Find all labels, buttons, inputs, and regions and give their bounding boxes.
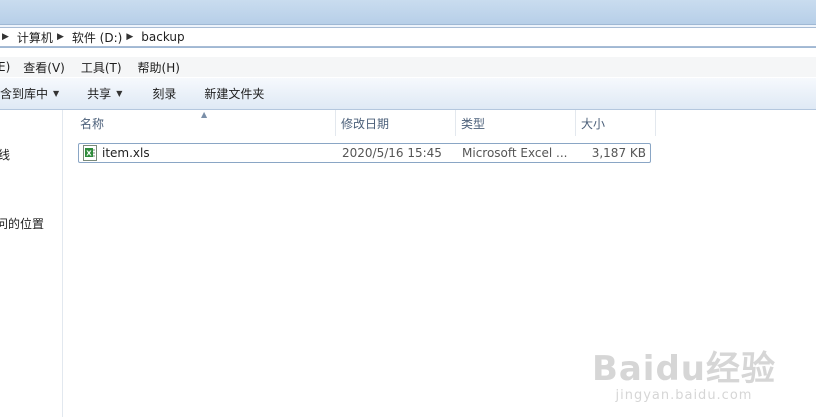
- share-label: 共享: [87, 87, 112, 101]
- baidu-watermark: Baidu经验 jingyan.baidu.com: [592, 341, 776, 403]
- file-modified: 2020/5/16 15:45: [342, 146, 442, 160]
- window-title-bar: [0, 0, 816, 24]
- menu-view[interactable]: 查看(V): [23, 59, 65, 76]
- breadcrumb-arrow-icon[interactable]: ▶: [57, 32, 64, 42]
- breadcrumb-drive-d[interactable]: 软件 (D:): [72, 29, 122, 46]
- share-button[interactable]: 共享 ▼: [87, 85, 122, 102]
- command-toolbar: 包含到库中 ▼ 共享 ▼ 刻录 新建文件夹: [0, 78, 816, 110]
- column-header-name[interactable]: 名称: [75, 110, 336, 136]
- excel-file-icon: X: [83, 145, 97, 161]
- menu-edit[interactable]: E): [0, 60, 10, 74]
- breadcrumb-arrow-icon[interactable]: ▶: [2, 32, 9, 42]
- file-type: Microsoft Excel ...: [462, 146, 568, 160]
- svg-text:X: X: [86, 150, 92, 158]
- column-header-modified[interactable]: 修改日期: [336, 110, 456, 136]
- navigation-pane: 线 问的位置: [0, 110, 63, 417]
- menu-help[interactable]: 帮助(H): [138, 59, 180, 76]
- nav-item-partial-1[interactable]: 线: [0, 146, 10, 163]
- menu-bar: E) 查看(V) 工具(T) 帮助(H): [0, 57, 816, 77]
- breadcrumb-arrow-icon[interactable]: ▶: [126, 32, 133, 42]
- burn-button[interactable]: 刻录: [152, 85, 176, 102]
- menu-tools[interactable]: 工具(T): [81, 59, 122, 76]
- column-header-size[interactable]: 大小: [576, 110, 656, 136]
- breadcrumb-backup[interactable]: backup: [141, 30, 184, 44]
- table-row[interactable]: X item.xls 2020/5/16 15:45 Microsoft Exc…: [78, 143, 651, 163]
- file-size: 3,187 KB: [591, 146, 646, 160]
- column-header-type[interactable]: 类型: [456, 110, 576, 136]
- include-in-library-button[interactable]: 包含到库中 ▼: [0, 85, 59, 102]
- address-bar[interactable]: ▶ 计算机 ▶ 软件 (D:) ▶ backup: [0, 24, 816, 48]
- include-in-library-label: 包含到库中: [0, 87, 49, 101]
- watermark-main: Baidu经验: [591, 349, 776, 389]
- breadcrumb[interactable]: ▶ 计算机 ▶ 软件 (D:) ▶ backup: [0, 27, 816, 47]
- dropdown-caret-icon: ▼: [53, 89, 60, 98]
- dropdown-caret-icon: ▼: [116, 89, 123, 98]
- watermark-url: jingyan.baidu.com: [615, 388, 753, 403]
- file-name: item.xls: [102, 146, 150, 160]
- breadcrumb-computer[interactable]: 计算机: [17, 29, 53, 46]
- new-folder-button[interactable]: 新建文件夹: [204, 85, 264, 102]
- nav-item-recent-places[interactable]: 问的位置: [0, 215, 44, 232]
